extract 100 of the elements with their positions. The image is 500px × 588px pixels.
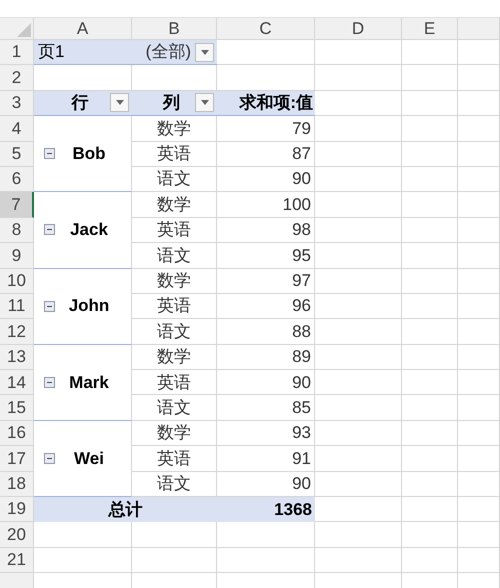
row-header[interactable]: 5	[0, 142, 34, 167]
table-cell[interactable]: 英语	[132, 218, 217, 244]
table-cell[interactable]	[458, 218, 500, 244]
table-cell[interactable]	[315, 420, 402, 446]
table-cell[interactable]	[34, 522, 132, 548]
table-cell[interactable]	[315, 116, 402, 142]
table-cell[interactable]	[315, 548, 402, 574]
table-cell[interactable]	[458, 192, 500, 218]
table-cell[interactable]	[402, 40, 458, 66]
row-header[interactable]: 17	[0, 446, 34, 472]
table-cell[interactable]	[402, 294, 458, 320]
table-cell[interactable]: 英语	[132, 142, 217, 167]
row-header[interactable]: 19	[0, 497, 34, 522]
table-cell[interactable]: 语文	[132, 243, 217, 269]
table-cell[interactable]: 行	[34, 90, 132, 116]
table-cell[interactable]	[458, 116, 500, 142]
row-header[interactable]: 12	[0, 319, 34, 345]
table-cell[interactable]	[217, 40, 315, 66]
row-header[interactable]: 11	[0, 294, 34, 320]
table-cell[interactable]	[217, 522, 315, 548]
table-cell[interactable]	[458, 319, 500, 345]
table-cell[interactable]	[458, 166, 500, 192]
table-cell[interactable]	[315, 319, 402, 345]
table-cell[interactable]	[402, 395, 458, 421]
table-cell[interactable]	[315, 90, 402, 116]
column-header[interactable]: B	[132, 18, 217, 40]
table-cell[interactable]: 列	[132, 90, 217, 116]
table-cell[interactable]	[315, 472, 402, 498]
table-cell[interactable]	[458, 90, 500, 116]
table-cell[interactable]	[458, 142, 500, 167]
table-cell[interactable]	[402, 370, 458, 396]
row-header[interactable]: 13	[0, 344, 34, 370]
table-cell[interactable]	[458, 40, 500, 66]
table-cell[interactable]	[315, 294, 402, 320]
table-cell[interactable]	[458, 446, 500, 472]
table-cell[interactable]: Jack	[34, 192, 132, 269]
value-field-header[interactable]: 求和项:值	[217, 90, 315, 116]
table-cell[interactable]	[458, 522, 500, 548]
row-header[interactable]: 1	[0, 40, 34, 66]
table-cell[interactable]: 语文	[132, 319, 217, 345]
collapse-icon[interactable]	[44, 300, 55, 312]
table-cell[interactable]: 98	[217, 218, 315, 244]
column-header[interactable]: E	[402, 18, 458, 40]
table-cell[interactable]	[315, 268, 402, 294]
table-cell[interactable]: (全部)	[132, 40, 217, 66]
collapse-icon[interactable]	[44, 376, 55, 388]
column-header[interactable]: A	[34, 18, 132, 40]
table-cell[interactable]: 数学	[132, 420, 217, 446]
table-cell[interactable]: 数学	[132, 344, 217, 370]
table-cell[interactable]	[458, 268, 500, 294]
row-header[interactable]: 16	[0, 420, 34, 446]
table-cell[interactable]	[458, 243, 500, 269]
collapse-icon[interactable]	[44, 224, 55, 236]
table-cell[interactable]	[402, 497, 458, 522]
collapse-icon[interactable]	[44, 148, 55, 160]
row-header[interactable]: 10	[0, 268, 34, 294]
row-header[interactable]: 14	[0, 370, 34, 396]
table-cell[interactable]	[315, 40, 402, 66]
table-cell[interactable]	[132, 522, 217, 548]
table-cell[interactable]	[458, 548, 500, 574]
table-cell[interactable]	[402, 472, 458, 498]
table-cell[interactable]	[315, 370, 402, 396]
table-cell[interactable]	[402, 319, 458, 345]
table-cell[interactable]: 90	[217, 370, 315, 396]
table-cell[interactable]	[402, 446, 458, 472]
table-cell[interactable]	[315, 395, 402, 421]
table-cell[interactable]	[458, 294, 500, 320]
table-cell[interactable]: Mark	[34, 344, 132, 421]
table-cell[interactable]	[315, 522, 402, 548]
table-cell[interactable]	[315, 243, 402, 269]
table-cell[interactable]: 数学	[132, 116, 217, 142]
row-header[interactable]: 8	[0, 218, 34, 244]
table-cell[interactable]	[458, 395, 500, 421]
row-header[interactable]: 7	[0, 192, 34, 218]
grand-total-value[interactable]: 1368	[217, 497, 315, 522]
table-cell[interactable]: 95	[217, 243, 315, 269]
table-cell[interactable]	[132, 548, 217, 574]
table-cell[interactable]	[315, 142, 402, 167]
table-cell[interactable]: 100	[217, 192, 315, 218]
grand-total-label[interactable]: 总计	[34, 497, 217, 522]
table-cell[interactable]: 88	[217, 319, 315, 345]
row-header[interactable]: 4	[0, 116, 34, 142]
table-cell[interactable]	[315, 218, 402, 244]
table-cell[interactable]	[458, 370, 500, 396]
table-cell[interactable]	[315, 192, 402, 218]
row-header[interactable]: 6	[0, 166, 34, 192]
table-cell[interactable]: 英语	[132, 446, 217, 472]
table-cell[interactable]	[458, 420, 500, 446]
table-cell[interactable]: 96	[217, 294, 315, 320]
table-cell[interactable]: 语文	[132, 395, 217, 421]
table-cell[interactable]	[402, 548, 458, 574]
table-cell[interactable]: 数学	[132, 268, 217, 294]
table-cell[interactable]: 页1	[34, 40, 132, 66]
column-header[interactable]	[458, 18, 500, 40]
table-cell[interactable]	[315, 166, 402, 192]
column-header[interactable]: D	[315, 18, 402, 40]
select-all-corner[interactable]	[0, 18, 34, 40]
row-header[interactable]: 18	[0, 472, 34, 498]
collapse-icon[interactable]	[44, 452, 55, 464]
table-cell[interactable]: Bob	[34, 116, 132, 192]
